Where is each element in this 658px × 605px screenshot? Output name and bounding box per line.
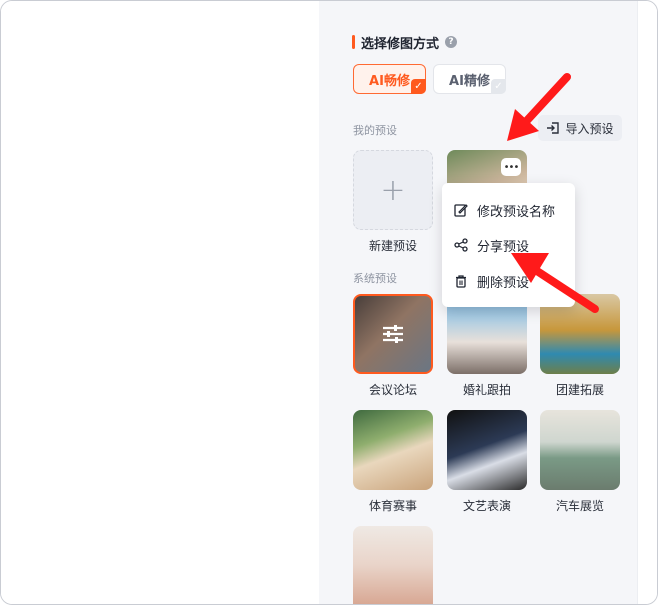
system-preset-caption: 汽车展览 <box>555 499 604 513</box>
menu-item-delete[interactable]: 删除预设 <box>454 271 529 291</box>
system-preset-thumbnail[interactable] <box>353 294 433 374</box>
app-window: 选择修图方式 ? AI畅修 ✓ AI精修 ✓ 我的预设 导入预设 + 新建预设 … <box>0 0 658 605</box>
import-preset-button[interactable]: 导入预设 <box>538 115 622 141</box>
question-icon[interactable]: ? <box>445 36 458 48</box>
mode-button-ai-smooth[interactable]: AI畅修 ✓ <box>353 64 426 94</box>
menu-item-share[interactable]: 分享预设 <box>454 235 529 255</box>
adjust-sliders-icon <box>355 296 431 372</box>
preset-context-menu: 修改预设名称 分享预设 删除预设 <box>442 183 575 307</box>
share-icon <box>454 238 468 252</box>
canvas-area <box>1 1 319 604</box>
system-preset-caption: 会议论坛 <box>368 383 417 397</box>
new-preset-caption: 新建预设 <box>368 239 417 253</box>
mode-button-ai-fine[interactable]: AI精修 ✓ <box>433 64 506 94</box>
menu-label: 分享预设 <box>477 239 530 255</box>
section-title-text: 选择修图方式 <box>361 36 440 52</box>
mode-label: AI精修 <box>449 73 490 89</box>
title-accent-bar <box>352 35 355 49</box>
check-icon: ✓ <box>491 79 506 94</box>
system-preset-caption: 文艺表演 <box>462 499 511 513</box>
system-presets-label: 系统预设 <box>353 272 397 285</box>
system-preset-thumbnail[interactable] <box>540 410 620 490</box>
system-preset-caption: 婚礼跟拍 <box>462 383 511 397</box>
more-icon[interactable]: ••• <box>501 158 521 176</box>
mode-label: AI畅修 <box>369 73 410 89</box>
system-preset-caption: 团建拓展 <box>555 383 604 397</box>
system-preset-thumbnail[interactable] <box>447 410 527 490</box>
system-preset-caption: 体育赛事 <box>368 499 417 513</box>
import-label: 导入预设 <box>565 121 614 136</box>
menu-item-rename[interactable]: 修改预设名称 <box>454 200 555 220</box>
system-preset-thumbnail[interactable] <box>353 410 433 490</box>
edit-icon <box>454 204 468 217</box>
menu-label: 修改预设名称 <box>477 204 556 220</box>
menu-label: 删除预设 <box>477 275 530 291</box>
retouch-mode-title: 选择修图方式 ? <box>352 33 458 52</box>
new-preset-tile[interactable]: + <box>353 150 433 230</box>
preset-panel: 选择修图方式 ? AI畅修 ✓ AI精修 ✓ 我的预设 导入预设 + 新建预设 … <box>319 1 637 604</box>
trash-icon <box>456 275 466 288</box>
scrollbar-track[interactable] <box>637 1 657 604</box>
check-icon: ✓ <box>411 79 426 94</box>
import-icon <box>547 122 560 134</box>
plus-icon: + <box>380 172 406 208</box>
system-preset-thumbnail[interactable] <box>353 526 433 604</box>
my-presets-label: 我的预设 <box>353 124 397 137</box>
